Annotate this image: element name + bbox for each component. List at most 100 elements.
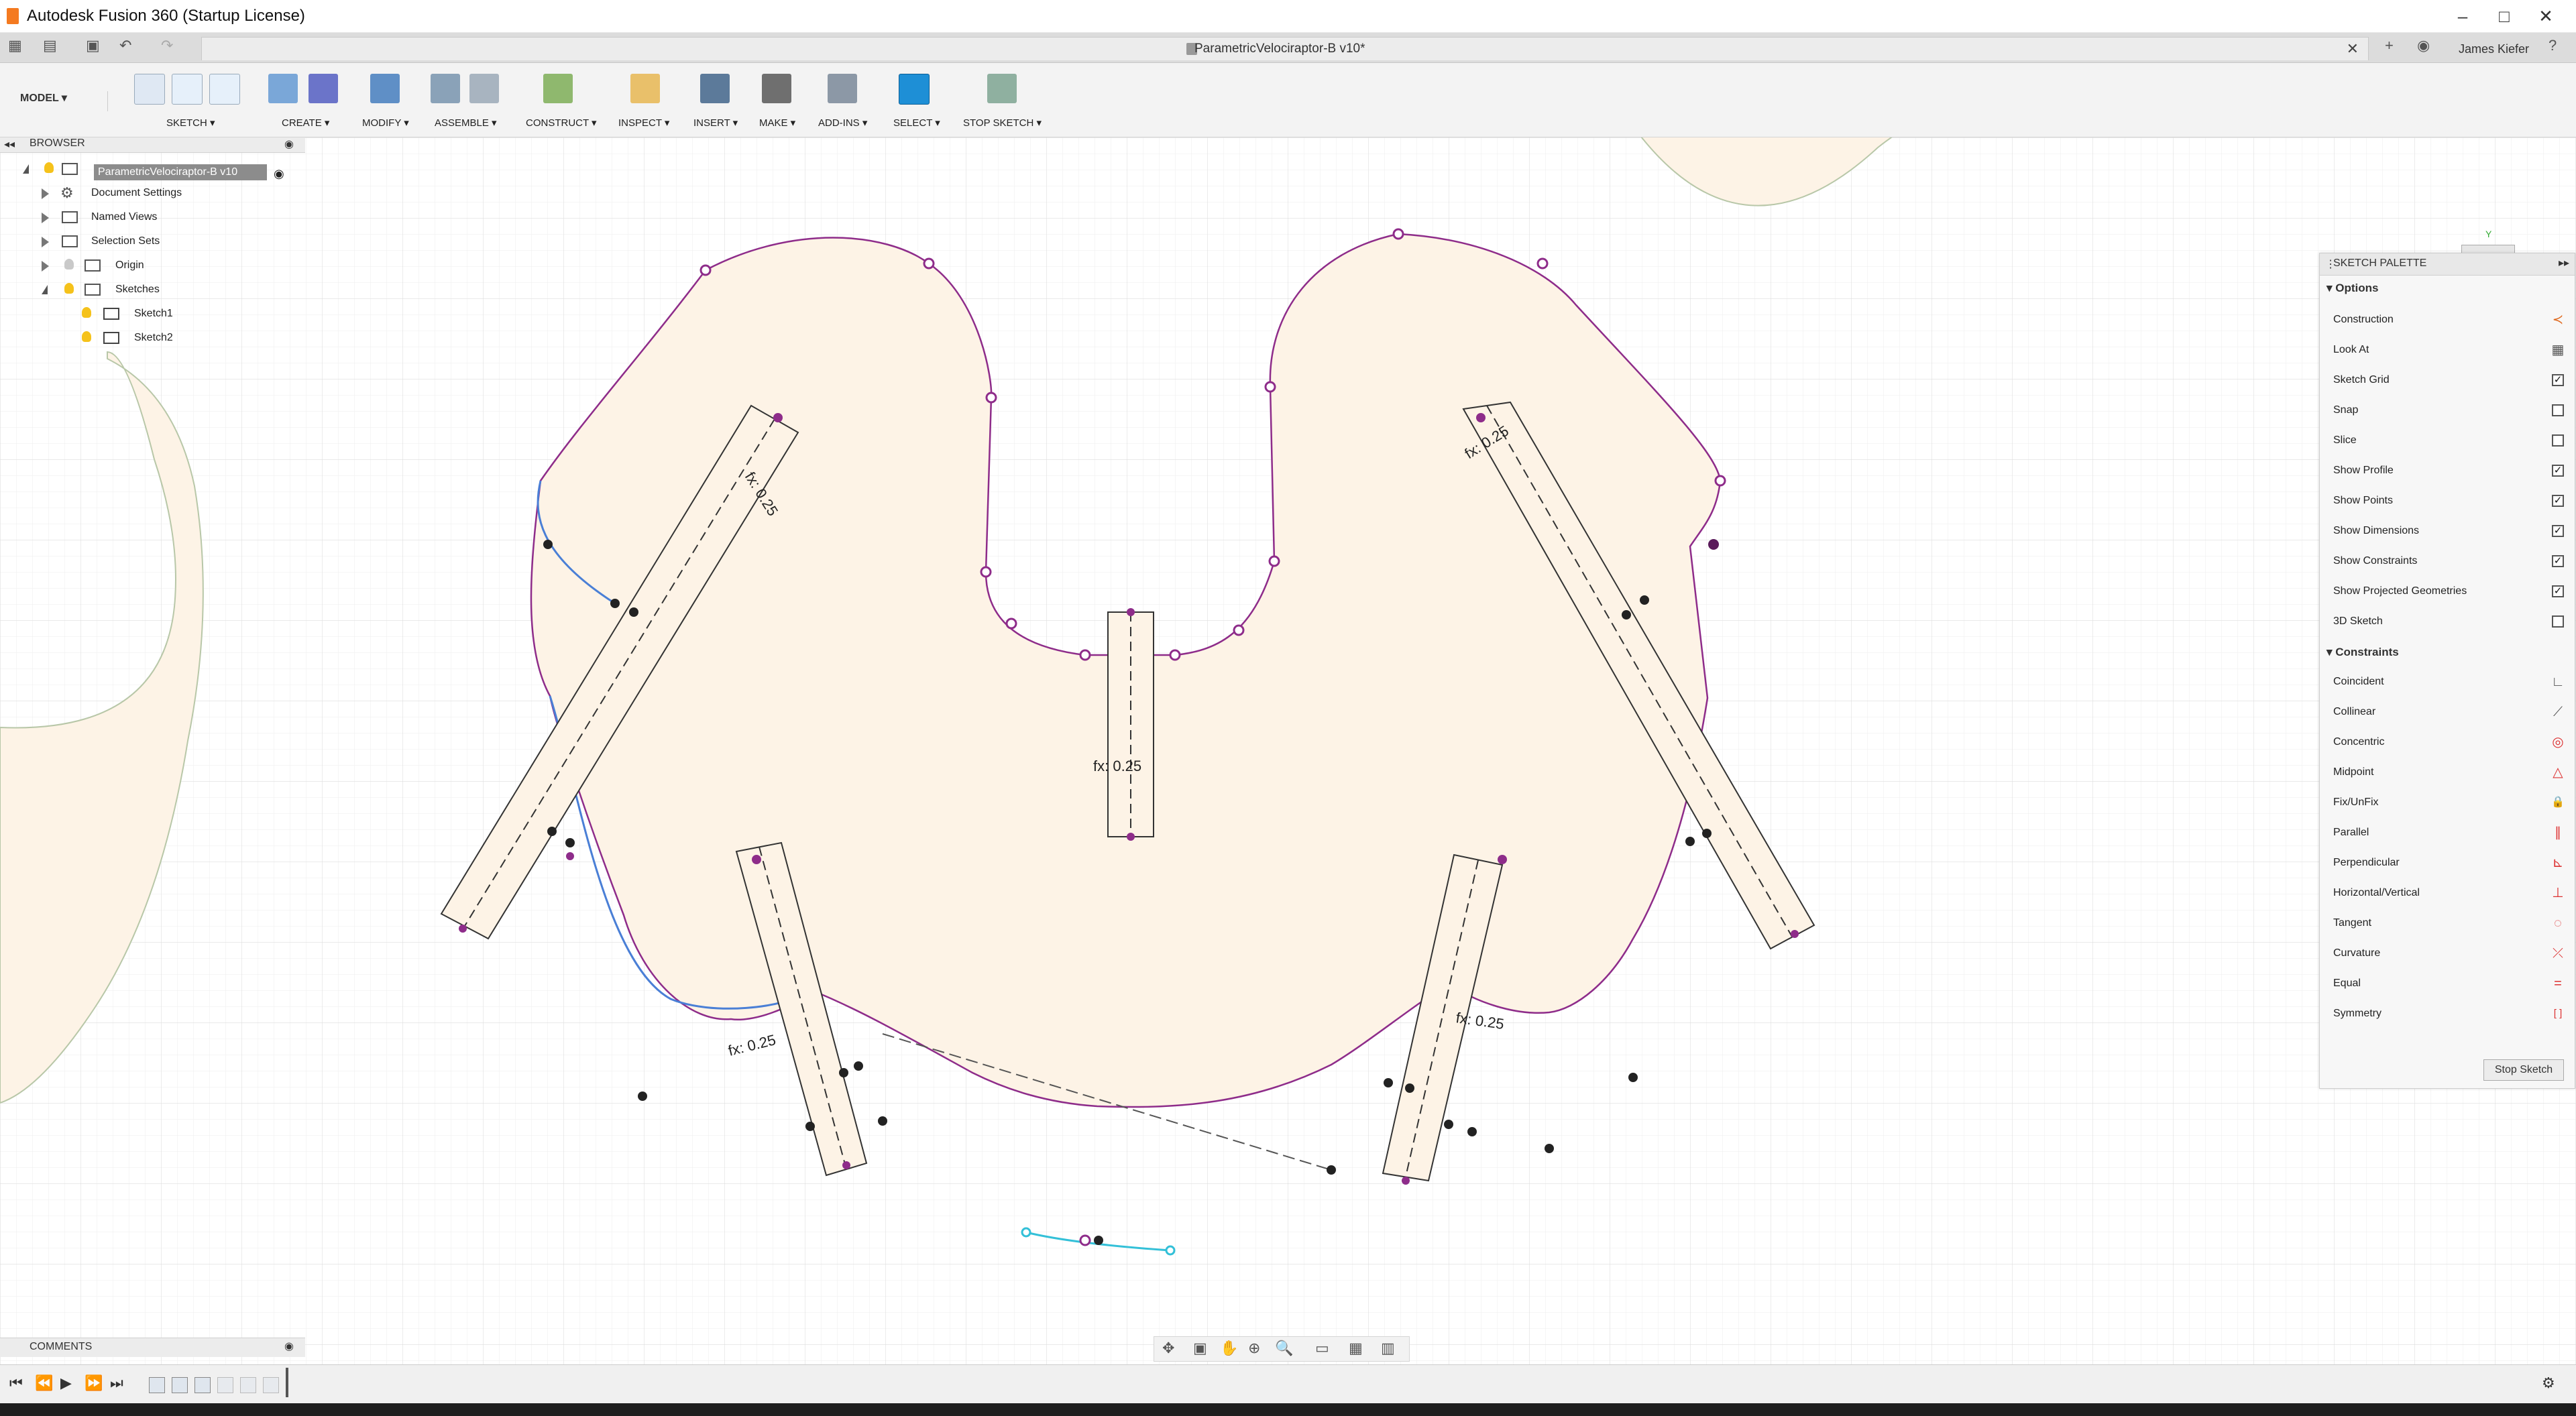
equal-icon[interactable]: = (2549, 975, 2567, 992)
tangent-icon[interactable]: ◌ (2549, 914, 2567, 932)
collapse-browser-icon[interactable]: ◂◂ (4, 137, 15, 151)
timeline-feature[interactable] (149, 1377, 165, 1393)
comments-pin-icon[interactable]: ◉ (284, 1340, 294, 1353)
redo-icon[interactable]: ↷ (161, 37, 173, 54)
comments-panel[interactable]: COMMENTS ◉ (0, 1338, 305, 1357)
browser-item-named-views[interactable]: Named Views (40, 207, 302, 229)
close-window-button[interactable]: ✕ (2519, 3, 2573, 30)
expand-icon[interactable] (42, 213, 49, 223)
options-section-header[interactable]: ▾ Options (2327, 282, 2378, 295)
expand-root-icon[interactable] (23, 164, 29, 174)
visibility-bulb-icon[interactable] (64, 259, 74, 270)
go-to-start-icon[interactable]: ⏮ (9, 1374, 23, 1392)
stop-sketch-group[interactable]: STOP SKETCH ▾ (959, 70, 1046, 130)
show-constraints-checkbox[interactable]: ✓ (2552, 555, 2564, 567)
insert-group[interactable]: INSERT ▾ (691, 70, 744, 130)
line-icon[interactable] (172, 74, 203, 105)
zoom-window-icon[interactable]: ⊕ (1248, 1340, 1260, 1357)
constraint-tangent[interactable]: Tangent ◌ (2333, 910, 2562, 937)
collapse-icon[interactable] (42, 285, 48, 294)
option-show-dimensions[interactable]: Show Dimensions ✓ (2333, 518, 2564, 545)
timeline-marker[interactable] (286, 1368, 288, 1397)
visibility-bulb-icon[interactable] (44, 162, 54, 173)
joint-icon[interactable] (469, 74, 499, 103)
3d-print-icon[interactable] (762, 74, 791, 103)
save-icon[interactable]: ▣ (86, 37, 100, 54)
midpoint-icon[interactable]: △ (2549, 764, 2567, 781)
grid-menu-icon[interactable]: ▦ (8, 37, 22, 54)
timeline-settings-icon[interactable]: ⚙ (2542, 1374, 2555, 1392)
visibility-bulb-icon[interactable] (82, 307, 91, 318)
close-tab-icon[interactable]: ✕ (2347, 40, 2359, 58)
perpendicular-icon[interactable]: ⊾ (2549, 854, 2567, 872)
collinear-icon[interactable]: ⟋ (2549, 703, 2567, 721)
make-group[interactable]: MAKE ▾ (755, 70, 809, 130)
visibility-bulb-icon[interactable] (64, 283, 74, 294)
constraint-equal[interactable]: Equal = (2333, 971, 2562, 998)
option-show-profile[interactable]: Show Profile ✓ (2333, 458, 2564, 485)
expand-icon[interactable] (42, 237, 49, 247)
orbit-icon[interactable]: ✥ (1162, 1340, 1174, 1357)
option-slice[interactable]: Slice (2333, 428, 2564, 455)
browser-item-document-settings[interactable]: ⚙ Document Settings (40, 183, 302, 204)
play-icon[interactable]: ▶ (60, 1374, 72, 1392)
document-tab[interactable]: ParametricVelociraptor-B v10* ✕ (201, 37, 2369, 60)
help-icon[interactable]: ? (2549, 37, 2557, 54)
sketch-viewport[interactable]: fx: 0.25 fx: 0.25 fx: 0.25 fx: 0.25 fx: … (0, 137, 2576, 1364)
slot-center[interactable] (1107, 611, 1154, 837)
assemble-group[interactable]: ASSEMBLE ▾ (427, 70, 507, 130)
extrude-icon[interactable] (268, 74, 298, 103)
step-forward-icon[interactable]: ⏩ (85, 1374, 103, 1392)
browser-item-selection-sets[interactable]: Selection Sets (40, 231, 302, 253)
option-show-points[interactable]: Show Points ✓ (2333, 488, 2564, 515)
option-3d-sketch[interactable]: 3D Sketch (2333, 609, 2564, 636)
constraint-fix-unfix[interactable]: Fix/UnFix 🔒 (2333, 790, 2565, 817)
construct-group[interactable]: CONSTRUCT ▾ (523, 70, 604, 130)
parallel-icon[interactable]: ∥ (2549, 824, 2567, 841)
grid-settings-icon[interactable]: ▦ (1349, 1340, 1363, 1357)
rectangle-icon[interactable] (209, 74, 240, 105)
lock-icon[interactable]: 🔒 (2549, 794, 2567, 811)
option-show-projected-geometries[interactable]: Show Projected Geometries ✓ (2333, 579, 2564, 605)
option-construction[interactable]: Construction ≺ (2333, 307, 2563, 334)
constraint-collinear[interactable]: Collinear ⟋ (2333, 699, 2563, 726)
sketch-grid-checkbox[interactable]: ✓ (2552, 374, 2564, 386)
option-sketch-grid[interactable]: Sketch Grid ✓ (2333, 367, 2564, 394)
option-show-constraints[interactable]: Show Constraints ✓ (2333, 548, 2564, 575)
display-settings-icon[interactable]: ▭ (1315, 1340, 1329, 1357)
slice-checkbox[interactable] (2552, 434, 2564, 447)
browser-root-label[interactable]: ParametricVelociraptor-B v10 (94, 164, 267, 180)
browser-header[interactable]: ◂◂ BROWSER ◉ (0, 137, 305, 153)
timeline-feature[interactable] (240, 1377, 256, 1393)
show-dimensions-checkbox[interactable]: ✓ (2552, 525, 2564, 537)
sketch-group[interactable]: SKETCH ▾ (127, 70, 262, 130)
expand-icon[interactable] (42, 261, 49, 272)
sketch-canvas[interactable]: fx: 0.25 fx: 0.25 fx: 0.25 fx: 0.25 fx: … (0, 137, 2576, 1364)
user-name[interactable]: James Kiefer (2459, 42, 2529, 56)
create-group[interactable]: CREATE ▾ (268, 70, 349, 130)
viewports-icon[interactable]: ▥ (1381, 1340, 1395, 1357)
zoom-icon[interactable]: 🔍 (1275, 1340, 1293, 1357)
coincident-icon[interactable]: ∟ (2549, 673, 2567, 691)
timeline-feature[interactable] (194, 1377, 211, 1393)
constraint-perpendicular[interactable]: Perpendicular ⊾ (2333, 850, 2563, 877)
show-projected-checkbox[interactable]: ✓ (2552, 585, 2564, 597)
look-at-icon[interactable]: ▦ (2549, 341, 2567, 359)
constraint-curvature[interactable]: Curvature ⤫ (2333, 941, 2563, 967)
constraint-horizontal-vertical[interactable]: Horizontal/Vertical ⊥ (2333, 880, 2564, 907)
measure-icon[interactable] (630, 74, 660, 103)
pattern-icon[interactable] (309, 74, 338, 103)
look-at-nav-icon[interactable]: ▣ (1193, 1340, 1207, 1357)
palette-expand-icon[interactable]: ▸▸ (2559, 256, 2569, 270)
step-back-icon[interactable]: ⏪ (35, 1374, 53, 1392)
create-sketch-icon[interactable] (134, 74, 165, 105)
constraints-section-header[interactable]: ▾ Constraints (2327, 646, 2399, 659)
new-component-icon[interactable] (431, 74, 460, 103)
select-icon[interactable] (899, 74, 930, 105)
workspace-switcher[interactable]: MODEL ▾ (20, 91, 108, 111)
constraint-concentric[interactable]: Concentric ◎ (2333, 729, 2564, 756)
curvature-icon[interactable]: ⤫ (2549, 945, 2567, 962)
option-look-at[interactable]: Look At ▦ (2333, 337, 2564, 364)
constraint-parallel[interactable]: Parallel ∥ (2333, 820, 2561, 847)
expand-icon[interactable] (42, 188, 49, 199)
